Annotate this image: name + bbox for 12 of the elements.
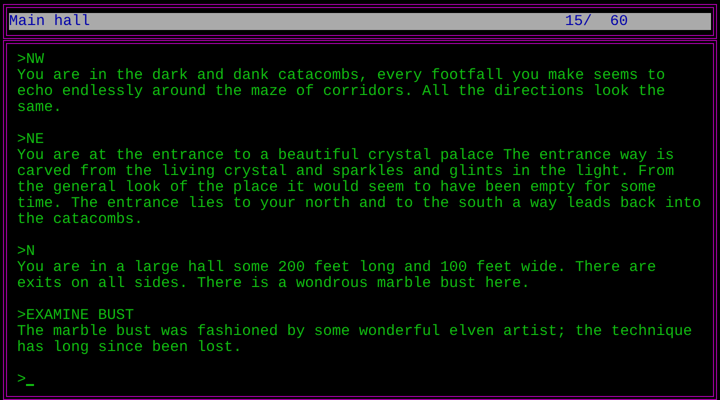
command-text: >EXAMINE BUST xyxy=(17,308,136,324)
response-text: The marble bust was fashioned by some wonderful elven artist; the technique has long since been lost. xyxy=(17,324,694,356)
text-cursor xyxy=(26,384,34,386)
response-text: You are in a large hall some 200 feet long and 100 feet wide. There are exits on all sides. There is a wondrous marble bust here. xyxy=(17,260,658,292)
command-text: >NW xyxy=(17,52,46,68)
command-text: >N xyxy=(17,244,36,260)
location-name: Main hall xyxy=(9,14,90,30)
response-text: You are at the entrance to a beautiful crystal palace The entrance way is carved from the living crystal and sparkles and glints in the light. From the general look of the place it would seem to have been empty for some time. The entrance lies to your north and to the south a way leads back into the catacombs. xyxy=(17,148,702,228)
command-text: >NE xyxy=(17,132,46,148)
prompt-symbol: > xyxy=(17,372,26,388)
response-text: You are in the dark and dank catacombs, every footfall you make seems to echo endlessly around the maze of corridors. All the directions look the same. xyxy=(17,68,666,116)
score-counter: 15/ 60 xyxy=(564,14,628,30)
